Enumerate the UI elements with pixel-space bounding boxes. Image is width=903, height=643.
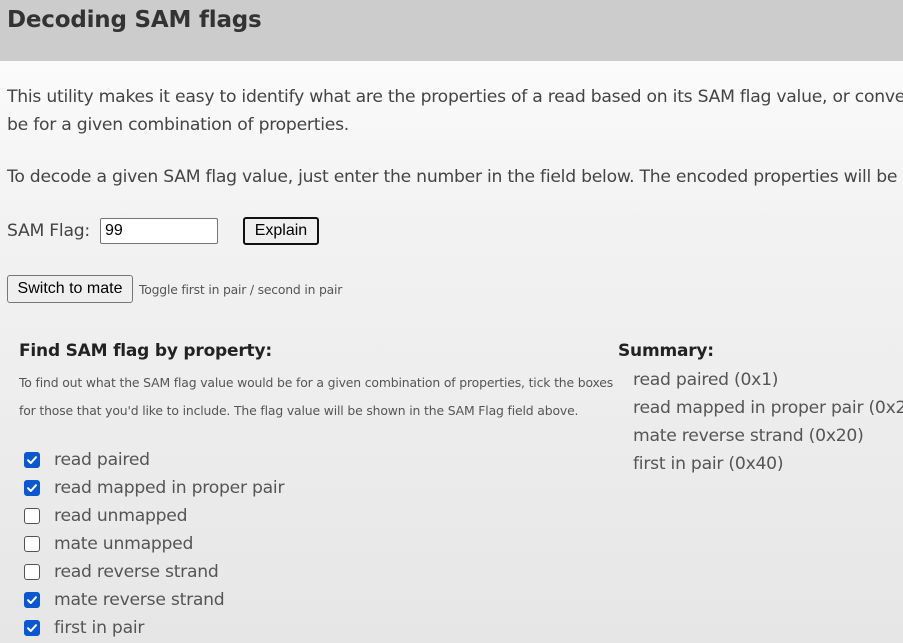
mate-toggle-hint: Toggle first in pair / second in pair <box>139 281 343 297</box>
property-checkbox[interactable] <box>24 508 40 524</box>
switch-mate-row: Switch to mate Toggle first in pair / se… <box>7 275 342 303</box>
property-label: mate reverse strand <box>54 590 225 610</box>
intro-line-2: be for a given combination of properties… <box>7 115 349 135</box>
property-row[interactable]: mate unmapped <box>24 530 284 558</box>
property-label: mate unmapped <box>54 534 194 554</box>
property-label: read paired <box>54 450 150 470</box>
summary-list: read paired (0x1) read mapped in proper p… <box>618 366 903 478</box>
property-checkbox-list: read paired read mapped in proper pair rea… <box>24 446 285 642</box>
check-icon <box>27 596 37 604</box>
property-label: read unmapped <box>54 506 188 526</box>
summary-section: Summary: read paired (0x1) read mapped in… <box>618 340 903 478</box>
main-content: This utility makes it easy to identify w… <box>0 61 903 643</box>
property-row[interactable]: read paired <box>24 446 284 474</box>
check-icon <box>27 624 37 632</box>
check-icon <box>27 484 37 492</box>
find-desc-line-1: To find out what the SAM flag value woul… <box>19 375 614 390</box>
property-row[interactable]: first in pair <box>24 614 284 642</box>
property-row[interactable]: read mapped in proper pair <box>24 474 285 502</box>
find-section-description: To find out what the SAM flag value woul… <box>19 369 614 425</box>
property-row[interactable]: read unmapped <box>24 502 284 530</box>
property-checkbox[interactable] <box>24 480 40 496</box>
page-header: Decoding SAM flags <box>0 0 903 61</box>
property-label: read mapped in proper pair <box>54 478 285 498</box>
summary-title: Summary: <box>618 341 714 361</box>
property-row[interactable]: mate reverse strand <box>24 586 284 614</box>
property-label: read reverse strand <box>54 562 219 582</box>
check-icon <box>27 456 37 464</box>
explain-button[interactable]: Explain <box>242 217 319 245</box>
summary-item: first in pair (0x40) <box>633 454 784 474</box>
property-checkbox[interactable] <box>24 536 40 552</box>
decode-instructions: To decode a given SAM flag value, just e… <box>7 167 903 187</box>
page-title: Decoding SAM flags <box>7 7 262 33</box>
intro-line-1: This utility makes it easy to identify w… <box>7 87 903 107</box>
property-checkbox[interactable] <box>24 592 40 608</box>
find-by-property-section: Find SAM flag by property: To find out w… <box>19 340 614 425</box>
sam-flag-label: SAM Flag: <box>7 221 90 241</box>
intro-paragraph: This utility makes it easy to identify w… <box>7 83 903 139</box>
property-row[interactable]: read reverse strand <box>24 558 284 586</box>
find-section-title: Find SAM flag by property: <box>19 341 272 361</box>
property-checkbox[interactable] <box>24 564 40 580</box>
switch-to-mate-button[interactable]: Switch to mate <box>7 275 133 303</box>
summary-item: mate reverse strand (0x20) <box>633 426 864 446</box>
summary-item: read paired (0x1) <box>633 370 779 390</box>
sam-flag-row: SAM Flag: Explain <box>7 217 319 245</box>
summary-item: read mapped in proper pair (0x2) <box>633 398 903 418</box>
property-checkbox[interactable] <box>24 620 40 636</box>
sam-flag-input[interactable] <box>99 218 218 244</box>
find-desc-line-2: for those that you'd like to include. Th… <box>19 403 579 418</box>
property-checkbox[interactable] <box>24 452 40 468</box>
property-label: first in pair <box>54 618 145 638</box>
